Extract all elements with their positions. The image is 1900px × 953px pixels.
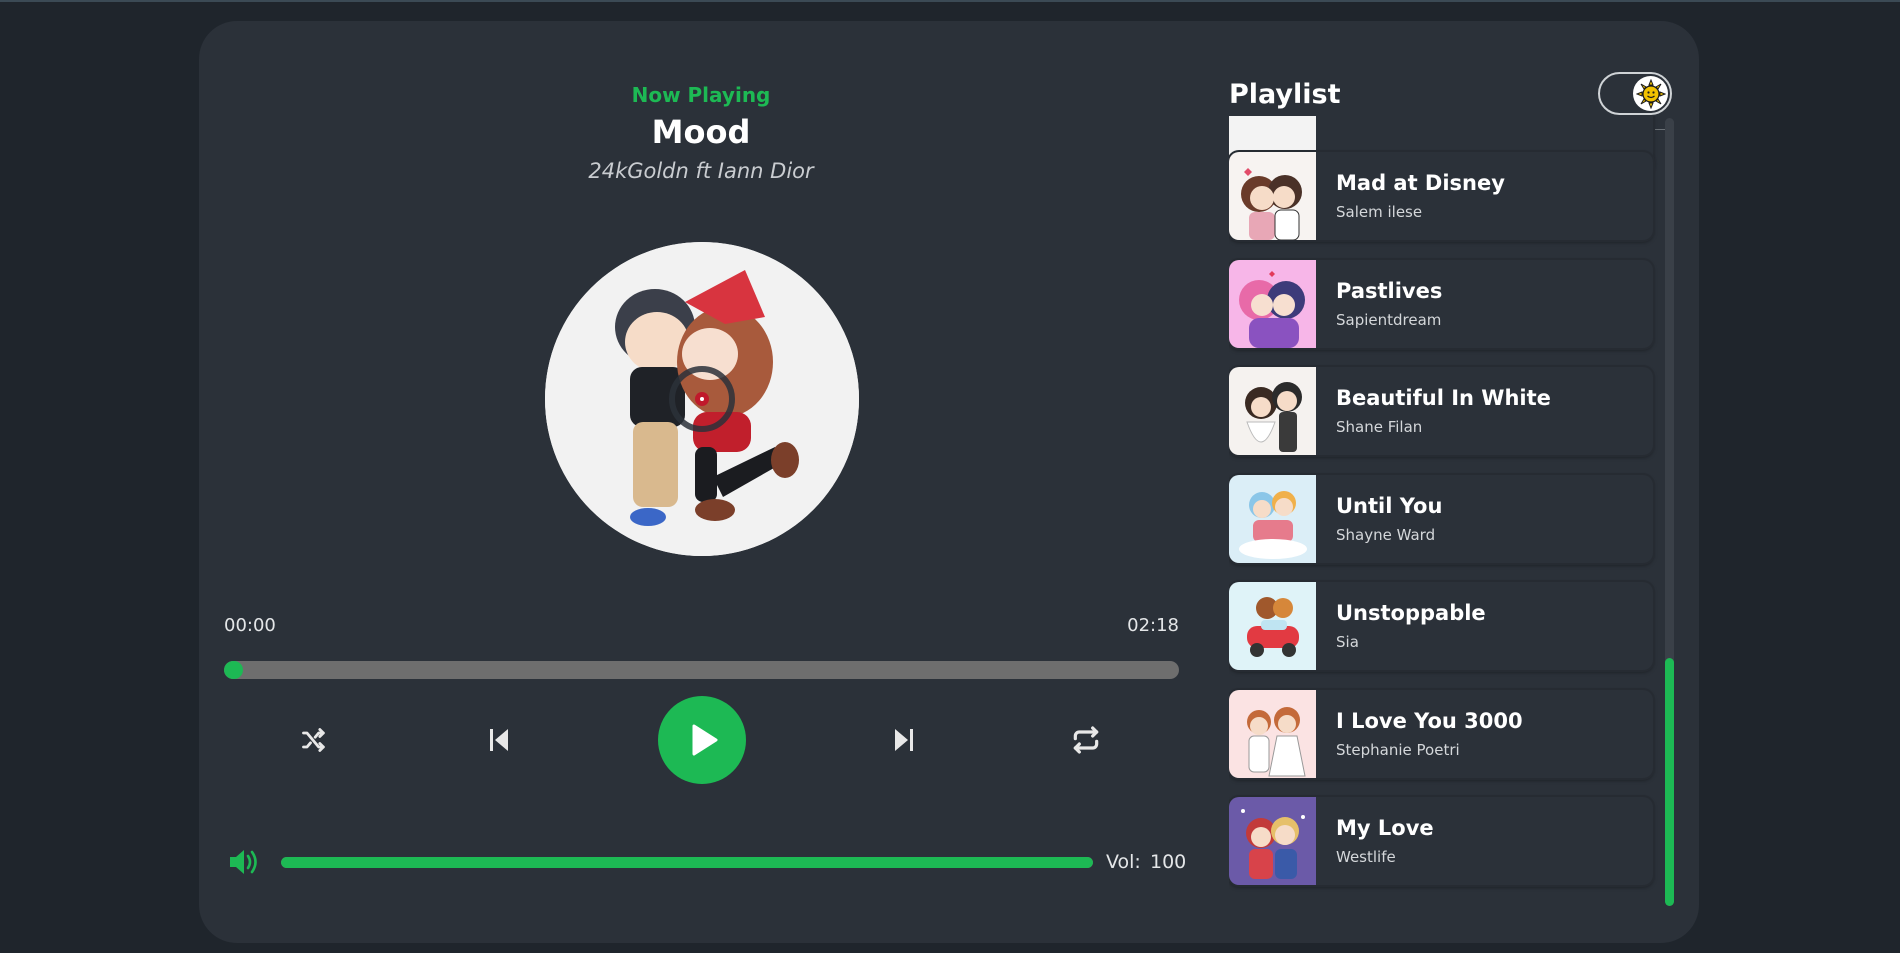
volume-value: 100 (1150, 851, 1187, 873)
theme-toggle[interactable] (1598, 72, 1672, 115)
volume-button[interactable] (228, 847, 260, 881)
volume-fill (281, 857, 1093, 868)
playlist-item-thumbnail (1229, 367, 1316, 455)
playlist-item-thumbnail (1229, 797, 1316, 885)
playlist-item-thumbnail (1229, 152, 1316, 240)
now-playing-label: Now Playing (631, 83, 771, 107)
playlist-list[interactable]: Mad at Disney Salem ilese Pastlives Sapient… (1229, 116, 1659, 902)
playlist-item[interactable]: Pastlives Sapientdream (1229, 260, 1653, 348)
song-artist: 24kGoldn ft Iann Dior (588, 159, 814, 183)
playlist-item-title: My Love (1336, 816, 1434, 840)
playlist-item-thumbnail (1229, 690, 1316, 778)
playlist-item-artist: Shane Filan (1336, 418, 1423, 436)
progress-bar[interactable] (224, 661, 1179, 679)
play-button[interactable] (658, 696, 746, 784)
shuffle-button[interactable] (300, 726, 328, 754)
sun-icon (1635, 78, 1666, 109)
skip-next-icon (895, 729, 913, 751)
playlist-item-artist: Shayne Ward (1336, 526, 1436, 544)
playlist-item-title: Until You (1336, 494, 1443, 518)
current-time: 00:00 (224, 615, 276, 636)
playlist-title: Playlist (1229, 79, 1341, 110)
playlist-item-thumbnail (1229, 475, 1316, 563)
playlist-item[interactable]: Unstoppable Sia (1229, 582, 1653, 670)
track-duration: 02:18 (1127, 615, 1179, 636)
song-title: Mood (651, 113, 751, 151)
playlist-item-artist: Sapientdream (1336, 311, 1442, 329)
playlist-item-title: I Love You 3000 (1336, 709, 1523, 733)
playlist-item-title: Beautiful In White (1336, 386, 1551, 410)
toggle-knob (1633, 76, 1668, 111)
volume-icon (230, 850, 257, 874)
playlist-item[interactable]: My Love Westlife (1229, 797, 1653, 885)
next-button[interactable] (890, 726, 918, 754)
playlist-item-artist: Stephanie Poetri (1336, 741, 1460, 759)
repeat-icon (1073, 726, 1099, 754)
playlist-item-title: Unstoppable (1336, 601, 1486, 625)
playlist-item[interactable]: Mad at Disney Salem ilese (1229, 152, 1653, 240)
playlist-item-artist: Salem ilese (1336, 203, 1423, 221)
volume-slider[interactable] (281, 857, 1093, 868)
album-cover-disc (545, 242, 859, 556)
playlist-item[interactable]: Until You Shayne Ward (1229, 475, 1653, 563)
playlist-item-title: Pastlives (1336, 279, 1443, 303)
playlist-item-artist: Westlife (1336, 848, 1396, 866)
playlist-item-title: Mad at Disney (1336, 171, 1505, 195)
playlist-item[interactable]: I Love You 3000 Stephanie Poetri (1229, 690, 1653, 778)
previous-button[interactable] (485, 726, 513, 754)
skip-previous-icon (490, 729, 508, 751)
playlist-item-thumbnail (1229, 260, 1316, 348)
volume-label: Vol: (1106, 851, 1141, 873)
playlist-item-thumbnail (1229, 582, 1316, 670)
play-icon (692, 724, 718, 756)
playlist-item-artist: Sia (1336, 633, 1359, 651)
playlist-item[interactable]: Beautiful In White Shane Filan (1229, 367, 1653, 455)
window-top-border (0, 0, 1900, 2)
playlist-scrollbar-thumb[interactable] (1665, 658, 1674, 906)
repeat-button[interactable] (1070, 724, 1102, 756)
progress-fill (224, 661, 244, 679)
shuffle-icon (302, 728, 325, 752)
